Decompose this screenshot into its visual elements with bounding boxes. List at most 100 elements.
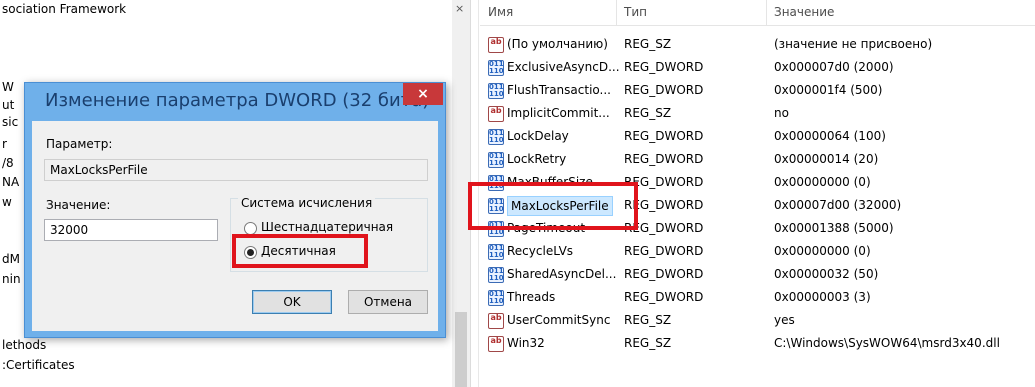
scrollbar-thumb[interactable] bbox=[455, 312, 467, 387]
tree-node[interactable]: W bbox=[2, 80, 14, 94]
radio-hex-label[interactable]: Шестнадцатеричная bbox=[261, 220, 393, 234]
ok-button[interactable]: OK bbox=[252, 290, 332, 314]
value-row[interactable]: 011 110 RecycleLVs REG_DWORD 0x00000000 (0) bbox=[480, 241, 1035, 264]
value-row[interactable]: 011 110 MaxLocksPerFile REG_DWORD 0x00007d00… bbox=[480, 195, 1035, 218]
tree-node[interactable]: ut bbox=[2, 98, 14, 112]
value-name: RecycleLVs bbox=[507, 244, 574, 258]
value-type: REG_SZ bbox=[624, 336, 672, 350]
string-value-icon: ab bbox=[488, 106, 504, 122]
value-data: yes bbox=[774, 313, 795, 327]
value-data: (значение не присвоено) bbox=[774, 37, 933, 51]
value-row[interactable]: ab (По умолчанию) REG_SZ (значение не присв… bbox=[480, 34, 1035, 57]
value-row[interactable]: 011 110 FlushTransactio... REG_DWORD 0x00000… bbox=[480, 80, 1035, 103]
value-data: 0x00000000 (0) bbox=[774, 244, 871, 258]
value-name: Win32 bbox=[507, 336, 545, 350]
value-type: REG_SZ bbox=[624, 313, 672, 327]
string-value-icon: ab bbox=[488, 336, 504, 352]
binary-value-icon: 011 110 bbox=[488, 244, 504, 260]
radio-hex[interactable] bbox=[244, 222, 257, 235]
tree-node[interactable]: sic bbox=[2, 115, 18, 129]
param-name-field: MaxLocksPerFile bbox=[44, 159, 428, 181]
dialog-body: Параметр: MaxLocksPerFile Значение: 3200… bbox=[32, 121, 438, 331]
value-type: REG_DWORD bbox=[624, 290, 704, 304]
value-type: REG_DWORD bbox=[624, 129, 704, 143]
value-row[interactable]: 011 110 LockDelay REG_DWORD 0x00000064 (100) bbox=[480, 126, 1035, 149]
value-name: MaxBufferSize bbox=[507, 175, 593, 189]
value-data: C:\Windows\SysWOW64\msrd3x40.dll bbox=[774, 336, 1000, 350]
value-data: 0x00000064 (100) bbox=[774, 129, 886, 143]
radio-dec[interactable] bbox=[244, 246, 257, 259]
dialog-title: Изменение параметра DWORD (32 бита) bbox=[45, 90, 430, 111]
column-divider bbox=[766, 0, 767, 26]
value-name: PageTimeout bbox=[507, 221, 586, 235]
value-type: REG_DWORD bbox=[624, 152, 704, 166]
value-input[interactable]: 32000 bbox=[44, 219, 218, 241]
tree-node[interactable]: r bbox=[2, 137, 7, 151]
value-data: 0x00000000 (0) bbox=[774, 175, 871, 189]
value-data: 0x000007d0 (2000) bbox=[774, 60, 894, 74]
value-name: UserCommitSync bbox=[507, 313, 611, 327]
tree-node[interactable]: sociation Framework bbox=[2, 2, 126, 16]
value-data: 0x00000014 (20) bbox=[774, 152, 879, 166]
binary-value-icon: 011 110 bbox=[488, 290, 504, 306]
column-header-type[interactable]: Тип bbox=[624, 5, 647, 19]
value-type: REG_DWORD bbox=[624, 244, 704, 258]
value-row[interactable]: 011 110 ExclusiveAsyncD... REG_DWORD 0x00000… bbox=[480, 57, 1035, 80]
value-data: 0x00007d00 (32000) bbox=[774, 198, 902, 212]
value-type: REG_DWORD bbox=[624, 267, 704, 281]
value-name: LockDelay bbox=[507, 129, 569, 143]
edit-dword-dialog: Изменение параметра DWORD (32 бита) × Па… bbox=[24, 82, 446, 338]
value-data: 0x00000032 (50) bbox=[774, 267, 879, 281]
column-divider bbox=[616, 0, 617, 26]
pane-splitter[interactable] bbox=[470, 0, 479, 387]
tree-node[interactable]: nin bbox=[2, 272, 21, 286]
binary-value-icon: 011 110 bbox=[488, 83, 504, 99]
value-label: Значение: bbox=[46, 198, 111, 212]
value-row[interactable]: ab UserCommitSync REG_SZ yes bbox=[480, 310, 1035, 333]
tree-node[interactable]: w bbox=[2, 195, 12, 209]
value-row[interactable]: 011 110 MaxBufferSize REG_DWORD 0x00000000 (… bbox=[480, 172, 1035, 195]
tree-node[interactable]: /8 bbox=[2, 156, 14, 170]
tree-node[interactable]: NA bbox=[2, 175, 19, 189]
column-header-value[interactable]: Значение bbox=[774, 5, 834, 19]
value-name: MaxLocksPerFile bbox=[507, 196, 613, 216]
value-name: (По умолчанию) bbox=[507, 37, 608, 51]
radio-dot bbox=[247, 249, 254, 256]
registry-values-pane[interactable]: Имя Тип Значение ab (По умолчанию) REG_SZ(… bbox=[480, 0, 1035, 387]
value-name: ImplicitCommit... bbox=[507, 106, 610, 120]
binary-value-icon: 011 110 bbox=[488, 198, 504, 214]
column-header-name[interactable]: Имя bbox=[488, 5, 513, 19]
radio-dec-label[interactable]: Десятичная bbox=[261, 244, 336, 258]
value-row[interactable]: 011 110 SharedAsyncDel... REG_DWORD 0x000000… bbox=[480, 264, 1035, 287]
value-data: 0x00000003 (3) bbox=[774, 290, 871, 304]
values-column-header: Имя Тип Значение bbox=[480, 0, 1035, 26]
value-data: no bbox=[774, 106, 789, 120]
close-icon[interactable]: × bbox=[455, 2, 464, 15]
value-row[interactable]: 011 110 PageTimeout REG_DWORD 0x00001388 (50… bbox=[480, 218, 1035, 241]
value-name: LockRetry bbox=[507, 152, 567, 166]
value-type: REG_SZ bbox=[624, 37, 672, 51]
value-name: ExclusiveAsyncD... bbox=[507, 60, 620, 74]
value-name: Threads bbox=[507, 290, 556, 304]
value-row[interactable]: ab Win32 REG_SZ C:\Windows\SysWOW64\msrd3x4… bbox=[480, 333, 1035, 356]
value-row[interactable]: 011 110 LockRetry REG_DWORD 0x00000014 (20) bbox=[480, 149, 1035, 172]
value-type: REG_SZ bbox=[624, 106, 672, 120]
value-type: REG_DWORD bbox=[624, 175, 704, 189]
dialog-close-button[interactable]: × bbox=[403, 83, 443, 105]
value-type: REG_DWORD bbox=[624, 83, 704, 97]
string-value-icon: ab bbox=[488, 37, 504, 53]
string-value-icon: ab bbox=[488, 313, 504, 329]
cancel-button[interactable]: Отмена bbox=[348, 290, 428, 314]
value-data: 0x000001f4 (500) bbox=[774, 83, 883, 97]
tree-node[interactable]: dM bbox=[2, 252, 20, 266]
value-row[interactable]: ab ImplicitCommit... REG_SZ no bbox=[480, 103, 1035, 126]
value-name: SharedAsyncDel... bbox=[507, 267, 617, 281]
tree-node[interactable]: :Certificates bbox=[2, 358, 75, 372]
tree-vertical-scrollbar[interactable]: × bbox=[452, 0, 470, 387]
binary-value-icon: 011 110 bbox=[488, 221, 504, 237]
tree-node[interactable]: lethods bbox=[2, 338, 46, 352]
value-row[interactable]: 011 110 Threads REG_DWORD 0x00000003 (3) bbox=[480, 287, 1035, 310]
value-data: 0x00001388 (5000) bbox=[774, 221, 894, 235]
binary-value-icon: 011 110 bbox=[488, 152, 504, 168]
binary-value-icon: 011 110 bbox=[488, 60, 504, 76]
